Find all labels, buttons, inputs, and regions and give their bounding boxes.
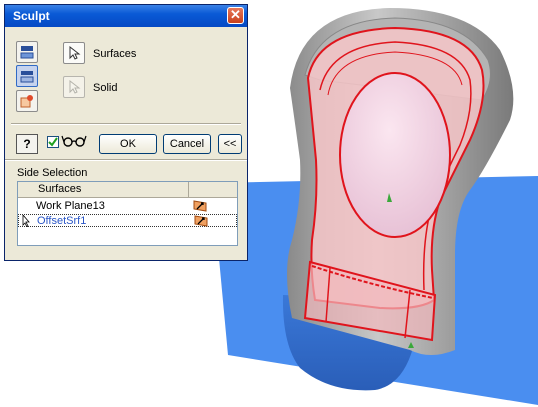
solid-select-button[interactable] — [63, 76, 85, 98]
title-bar[interactable]: Sculpt ✕ — [5, 5, 247, 27]
close-icon: ✕ — [230, 7, 241, 22]
add-surface-icon — [20, 46, 34, 59]
row-label: Work Plane13 — [36, 200, 105, 212]
preview-glasses-icon — [61, 135, 87, 147]
surfaces-label: Surfaces — [93, 48, 137, 60]
remove-surface-button[interactable] — [16, 65, 38, 87]
add-surface-button[interactable] — [16, 41, 38, 63]
sculpt-dialog: Sculpt ✕ Surfaces Solid ? OK Cancel << S… — [4, 4, 248, 261]
help-icon: ? — [23, 137, 31, 151]
help-button[interactable]: ? — [16, 134, 38, 154]
pointer-icon — [69, 46, 81, 60]
more-less-button[interactable]: << — [218, 134, 242, 154]
row-label: OffsetSrf1 — [37, 215, 87, 227]
table-row-selected[interactable]: OffsetSrf1 — [18, 214, 237, 227]
preview-checkbox[interactable] — [47, 136, 59, 148]
flip-direction-icon[interactable] — [193, 199, 207, 213]
solid-label: Solid — [93, 82, 118, 94]
side-selection-label: Side Selection — [17, 167, 88, 179]
remove-surface-icon — [20, 71, 34, 83]
separator — [5, 159, 247, 161]
solid-body-button[interactable] — [16, 90, 38, 112]
dialog-title: Sculpt — [13, 9, 50, 23]
cursor-icon — [22, 215, 30, 227]
cancel-button[interactable]: Cancel — [163, 134, 211, 154]
table-header: Surfaces — [18, 182, 237, 198]
checkmark-icon — [48, 137, 58, 147]
surfaces-select-button[interactable] — [63, 42, 85, 64]
dome — [339, 72, 451, 238]
ok-button[interactable]: OK — [99, 134, 157, 154]
column-divider — [188, 182, 189, 197]
side-selection-table[interactable]: Surfaces Work Plane13 OffsetSrf1 — [17, 181, 238, 246]
flip-direction-icon[interactable] — [194, 214, 208, 228]
table-row[interactable]: Work Plane13 — [18, 200, 237, 213]
surfaces-column-header: Surfaces — [38, 183, 82, 195]
body-solid-icon — [20, 95, 33, 108]
separator — [11, 123, 241, 125]
pointer-icon — [69, 80, 81, 94]
close-button[interactable]: ✕ — [227, 7, 244, 24]
